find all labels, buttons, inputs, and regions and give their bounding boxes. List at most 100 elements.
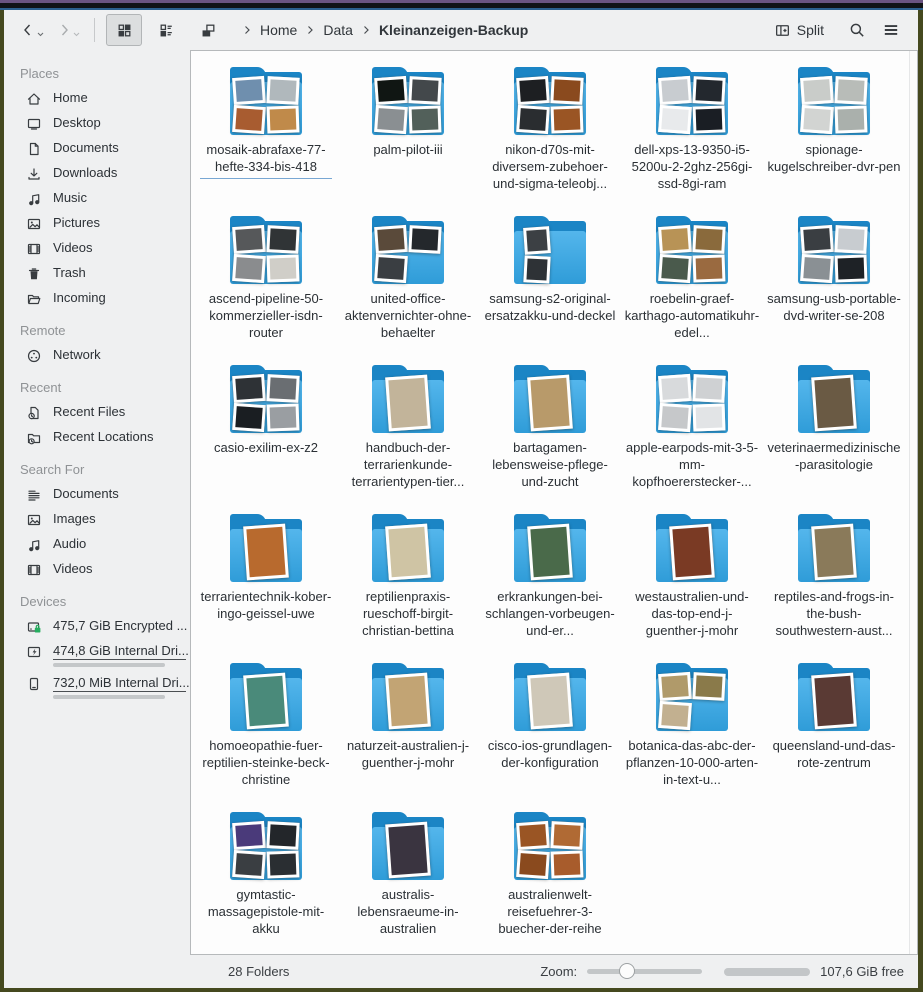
split-button[interactable]: Split — [774, 22, 824, 39]
folder-item-reptilienpraxis-rueschoff-birgit-christi[interactable]: reptilienpraxis-rueschoff-birgit-christi… — [337, 510, 479, 659]
sidebar-item-desktop[interactable]: Desktop — [4, 111, 190, 136]
folder-item-erkrankungen-bei-schlangen-vorbeugen-und[interactable]: erkrankungen-bei-schlangen-vorbeugen-und… — [479, 510, 621, 659]
folder-thumbnail — [551, 105, 584, 133]
video-icon — [26, 562, 43, 578]
sidebar-item-downloads[interactable]: Downloads — [4, 161, 190, 186]
folder-item-cisco-ios-grundlagen-der-konfiguration[interactable]: cisco-ios-grundlagen-der-konfiguration — [479, 659, 621, 808]
sidebar-item-images[interactable]: Images — [4, 507, 190, 532]
folder-item-naturzeit-australien-j-guenther-j-mohr[interactable]: naturzeit-australien-j-guenther-j-mohr — [337, 659, 479, 808]
breadcrumb-item-home[interactable]: Home — [257, 20, 300, 40]
folder-item-gymtastic-massagepistole-mit-akku[interactable]: gymtastic-massagepistole-mit-akku — [195, 808, 337, 955]
folder-label: dell-xps-13-9350-i5-5200u-2-2ghz-256gi-s… — [624, 141, 760, 192]
folder-item-palm-pilot-iii[interactable]: palm-pilot-iii — [337, 63, 479, 212]
folder-item-handbuch-der-terrarienkunde-terrarientyp[interactable]: handbuch-der-terrarienkunde-terrarientyp… — [337, 361, 479, 510]
folder-item-australienwelt-reisefuehrer-3-buecher-de[interactable]: australienwelt-reisefuehrer-3-buecher-de… — [479, 808, 621, 955]
folder-icon — [224, 663, 308, 731]
folder-item-united-office-aktenvernichter-ohne-behae[interactable]: united-office-aktenvernichter-ohne-behae… — [337, 212, 479, 361]
sidebar-item-videos[interactable]: Videos — [4, 557, 190, 582]
sidebar-item-474-8-gib-internal-dri[interactable]: 474,8 GiB Internal Dri... — [4, 639, 190, 671]
folder-item-nikon-d70s-mit-diversem-zubehoer-und-sig[interactable]: nikon-d70s-mit-diversem-zubehoer-und-sig… — [479, 63, 621, 212]
folder-icon — [508, 67, 592, 135]
folder-item-queensland-und-das-rote-zentrum[interactable]: queensland-und-das-rote-zentrum — [763, 659, 905, 808]
folder-item-veterinaermedizinische-parasitologie[interactable]: veterinaermedizinische-parasitologie — [763, 361, 905, 510]
folder-thumbnail — [800, 225, 834, 254]
folder-item-mosaik-abrafaxe-77-hefte-334-bis-418[interactable]: mosaik-abrafaxe-77-hefte-334-bis-418 — [195, 63, 337, 212]
breadcrumb-item-kleinanzeigen-backup[interactable]: Kleinanzeigen-Backup — [376, 20, 531, 40]
folder-label: naturzeit-australien-j-guenther-j-mohr — [340, 737, 476, 771]
icons-view-button[interactable] — [106, 14, 142, 46]
sidebar-item-label: 475,7 GiB Encrypted ... — [53, 618, 186, 633]
zoom-slider-handle[interactable] — [619, 963, 635, 979]
doc-lines-icon — [26, 487, 43, 503]
folder-thumbnail — [243, 673, 289, 730]
back-button[interactable] — [18, 18, 46, 42]
folder-item-dell-xps-13-9350-i5-5200u-2-2ghz-256gi-s[interactable]: dell-xps-13-9350-i5-5200u-2-2ghz-256gi-s… — [621, 63, 763, 212]
document-icon — [26, 141, 43, 157]
search-button[interactable] — [848, 21, 866, 39]
folder-thumbnail — [800, 254, 834, 283]
folder-thumbnail — [811, 524, 857, 581]
sidebar-item-home[interactable]: Home — [4, 86, 190, 111]
sidebar-item-audio[interactable]: Audio — [4, 532, 190, 557]
folder-label: homoeopathie-fuer-reptilien-steinke-beck… — [198, 737, 334, 788]
folder-item-reptiles-and-frogs-in-the-bush-southwest[interactable]: reptiles-and-frogs-in-the-bush-southwest… — [763, 510, 905, 659]
folder-item-spionage-kugelschreiber-dvr-pen[interactable]: spionage-kugelschreiber-dvr-pen — [763, 63, 905, 212]
folder-item-terrarientechnik-kober-ingo-geissel-uwe[interactable]: terrarientechnik-kober-ingo-geissel-uwe — [195, 510, 337, 659]
folder-item-ascend-pipeline-50-kommerzieller-isdn-ro[interactable]: ascend-pipeline-50-kommerzieller-isdn-ro… — [195, 212, 337, 361]
sidebar-item-network[interactable]: Network — [4, 343, 190, 368]
sidebar-item-incoming[interactable]: Incoming — [4, 286, 190, 311]
sidebar-item-documents[interactable]: Documents — [4, 136, 190, 161]
sidebar-item-475-7-gib-encrypted[interactable]: 475,7 GiB Encrypted ... — [4, 614, 190, 639]
folder-item-westaustralien-und-das-top-end-j-guenthe[interactable]: westaustralien-und-das-top-end-j-guenthe… — [621, 510, 763, 659]
tree-view-button[interactable] — [190, 14, 226, 46]
sidebar-item-recent-files[interactable]: Recent Files — [4, 400, 190, 425]
folder-item-botanica-das-abc-der-pflanzen-10-000-art[interactable]: botanica-das-abc-der-pflanzen-10-000-art… — [621, 659, 763, 808]
sidebar-item-music[interactable]: Music — [4, 186, 190, 211]
folder-thumbnail — [669, 524, 715, 581]
sidebar-item-trash[interactable]: Trash — [4, 261, 190, 286]
folder-thumbnail — [834, 76, 867, 105]
folder-thumbnail — [267, 403, 300, 431]
folder-icon — [650, 216, 734, 284]
sidebar-item-732-0-mib-internal-dri[interactable]: 732,0 MiB Internal Dri... — [4, 671, 190, 703]
folder-thumbnail — [527, 673, 573, 730]
sidebar-item-recent-locations[interactable]: Recent Locations — [4, 425, 190, 450]
folder-thumbnail — [658, 254, 692, 283]
folder-thumbnail — [692, 672, 725, 701]
folder-icon — [792, 514, 876, 582]
folder-item-homoeopathie-fuer-reptilien-steinke-beck[interactable]: homoeopathie-fuer-reptilien-steinke-beck… — [195, 659, 337, 808]
folder-label: roebelin-graef-karthago-automatikuhr-ede… — [624, 290, 760, 341]
folder-item-bartagamen-lebensweise-pflege-und-zucht[interactable]: bartagamen-lebensweise-pflege-und-zucht — [479, 361, 621, 510]
device-usage-bar — [53, 663, 165, 667]
folder-thumbnail — [523, 255, 550, 283]
scrollbar-track[interactable] — [909, 51, 917, 954]
folder-thumbnail — [692, 374, 725, 403]
menu-button[interactable] — [882, 21, 900, 39]
folder-thumbnail — [658, 105, 692, 134]
forward-dropdown-caret[interactable] — [73, 32, 80, 37]
forward-button[interactable] — [54, 18, 82, 42]
folder-item-apple-earpods-mit-3-5-mm-kopfhoerersteck[interactable]: apple-earpods-mit-3-5-mm-kopfhoerersteck… — [621, 361, 763, 510]
sidebar-item-documents[interactable]: Documents — [4, 482, 190, 507]
breadcrumb-item-data[interactable]: Data — [320, 20, 356, 40]
download-icon — [26, 166, 43, 182]
zoom-slider[interactable] — [587, 969, 702, 974]
folder-icon — [224, 514, 308, 582]
folder-item-australis-lebensraeume-in-australien[interactable]: australis-lebensraeume-in-australien — [337, 808, 479, 955]
folder-item-casio-exilim-ex-z2[interactable]: casio-exilim-ex-z2 — [195, 361, 337, 510]
folder-item-samsung-s2-original-ersatzakku-und-decke[interactable]: samsung-s2-original-ersatzakku-und-decke… — [479, 212, 621, 361]
folder-thumbnail — [658, 374, 692, 403]
sidebar-item-videos[interactable]: Videos — [4, 236, 190, 261]
details-view-button[interactable] — [148, 14, 184, 46]
selection-underline — [200, 178, 332, 179]
drive-icon — [26, 644, 43, 660]
sidebar-item-pictures[interactable]: Pictures — [4, 211, 190, 236]
back-dropdown-caret[interactable] — [37, 32, 44, 37]
folder-thumbnail — [800, 76, 834, 105]
folder-item-roebelin-graef-karthago-automatikuhr-ede[interactable]: roebelin-graef-karthago-automatikuhr-ede… — [621, 212, 763, 361]
folder-item-samsung-usb-portable-dvd-writer-se-208[interactable]: samsung-usb-portable-dvd-writer-se-208 — [763, 212, 905, 361]
folder-label: casio-exilim-ex-z2 — [198, 439, 334, 456]
folder-label: mosaik-abrafaxe-77-hefte-334-bis-418 — [198, 141, 334, 175]
folder-thumbnail — [550, 76, 583, 105]
toolbar: Home Data Kleinanzeigen-Backup Split — [4, 10, 918, 50]
